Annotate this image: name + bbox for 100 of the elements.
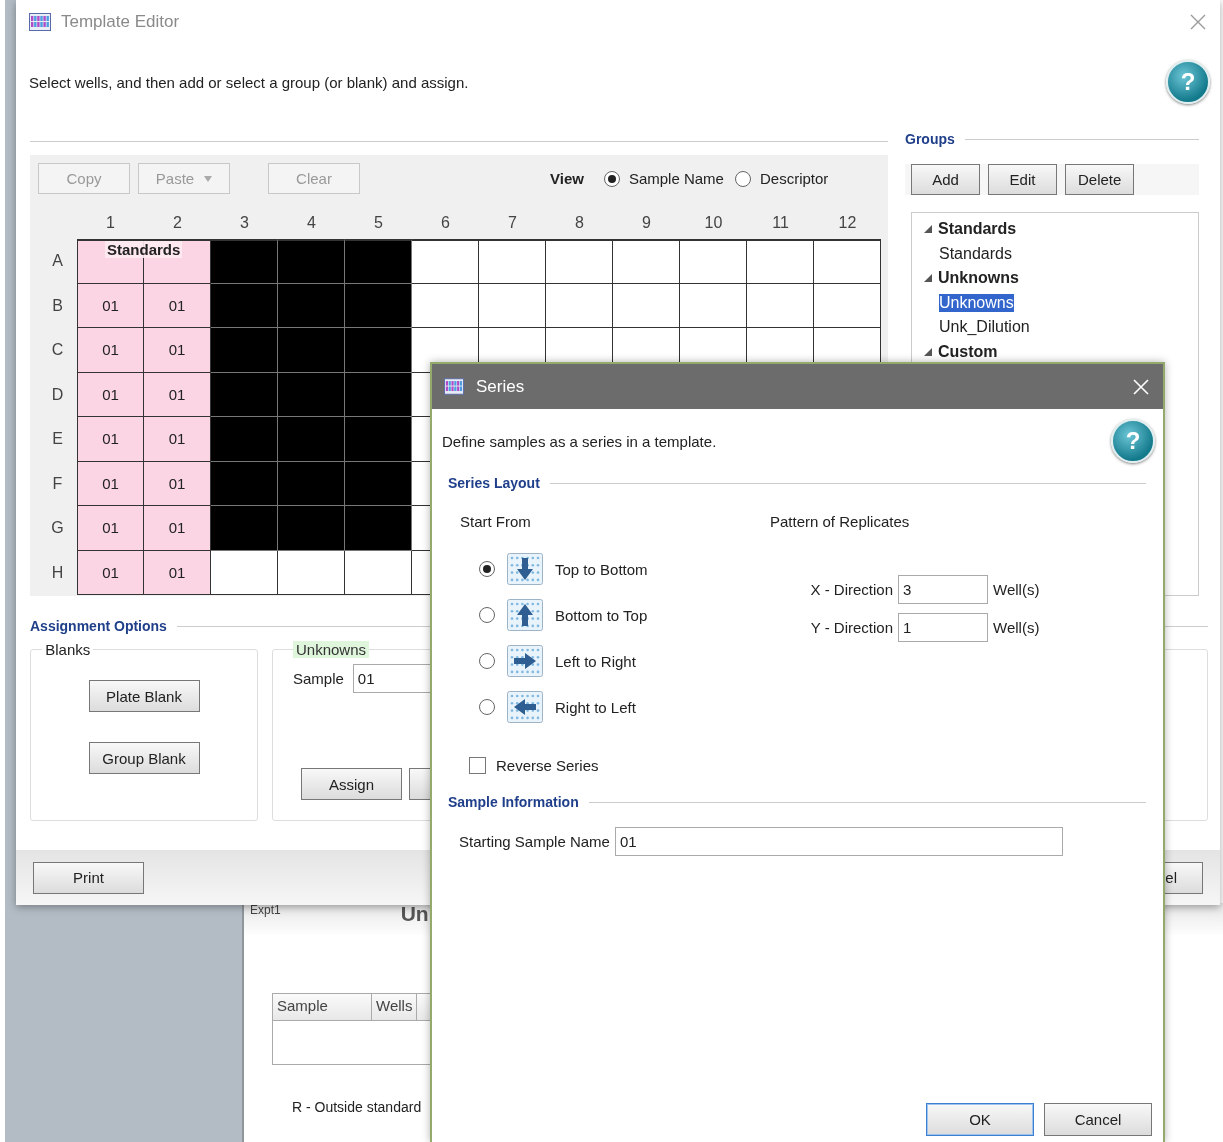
tree-item[interactable]: Unk_Dilution — [939, 318, 1030, 337]
column-number: 6 — [440, 213, 451, 232]
caret-icon — [204, 175, 213, 182]
column-number: 3 — [239, 213, 250, 232]
assign-button[interactable]: Assign — [301, 768, 402, 800]
expand-arrow-icon[interactable] — [924, 347, 932, 356]
field-label: Sample — [293, 670, 344, 687]
plate-well[interactable]: 01 — [77, 328, 144, 373]
print-button[interactable]: Print — [33, 861, 144, 894]
dialog-button[interactable]: OK — [926, 1103, 1034, 1136]
column-header: Sample — [273, 994, 372, 1020]
plate-well[interactable]: 01 — [77, 506, 144, 551]
radio-label: Right to Left — [555, 698, 636, 716]
radio-button[interactable] — [479, 699, 495, 715]
row-letter: E — [51, 429, 64, 450]
section-title: Series Layout — [448, 475, 540, 491]
direction-field[interactable]: 3 — [898, 574, 988, 604]
expand-arrow-icon[interactable] — [924, 225, 932, 234]
direction-field[interactable]: 1 — [898, 612, 988, 642]
panel-heading: Un — [400, 903, 429, 924]
unit-label: Well(s) — [993, 580, 1040, 598]
tree-item[interactable]: Standards — [939, 244, 1012, 263]
plate-well[interactable]: 01 — [144, 328, 211, 373]
plate-well[interactable] — [747, 283, 814, 328]
sample-name-field[interactable]: 01 — [614, 827, 1063, 856]
radio-button[interactable] — [479, 561, 495, 577]
unit-label: Well(s) — [993, 618, 1040, 636]
plate-well[interactable]: 01 — [144, 461, 211, 506]
window-title: Template Editor — [61, 12, 180, 32]
plate-well[interactable]: 01 — [77, 417, 144, 462]
tree-category[interactable]: Custom — [938, 342, 998, 361]
plate-well[interactable]: 01 — [77, 283, 144, 328]
plate-well[interactable] — [479, 283, 546, 328]
plate-well[interactable] — [814, 239, 881, 284]
row-letter: B — [51, 295, 64, 316]
legend-note: R - Outside standard — [292, 1099, 423, 1115]
plate-well[interactable]: 01 — [144, 506, 211, 551]
plate-well[interactable]: 01 — [77, 461, 144, 506]
plate-well[interactable]: 01 — [144, 417, 211, 462]
column-number: 4 — [306, 213, 317, 232]
radio-button[interactable] — [479, 607, 495, 623]
radio-button[interactable] — [603, 170, 620, 187]
row-letter: C — [50, 340, 65, 361]
plate-well[interactable]: 01 — [144, 550, 211, 595]
tree-item[interactable]: Unknowns — [939, 293, 1014, 312]
row-letter: F — [51, 473, 64, 494]
group-title: Unknowns — [293, 641, 370, 658]
row-letter: H — [50, 562, 65, 583]
column-number: 8 — [574, 213, 585, 232]
group-title: Blanks — [44, 641, 92, 658]
plate-well[interactable] — [412, 283, 479, 328]
radio-label: Bottom to Top — [555, 606, 648, 624]
column-number: 7 — [507, 213, 518, 232]
plate-well[interactable]: 01 — [77, 372, 144, 417]
column-number: 12 — [837, 213, 858, 232]
radio-button[interactable] — [479, 653, 495, 669]
plate-well[interactable] — [412, 239, 479, 284]
checkbox[interactable] — [469, 756, 486, 774]
plate-well[interactable] — [680, 283, 747, 328]
radio-label: Descriptor — [759, 170, 829, 187]
plate-well[interactable] — [546, 283, 613, 328]
plate-well[interactable] — [613, 239, 680, 284]
dialog-button[interactable]: Cancel — [1044, 1103, 1152, 1136]
plate-well[interactable] — [345, 550, 412, 595]
tree-category[interactable]: Unknowns — [938, 269, 1019, 288]
plate-well[interactable]: 01 — [144, 372, 211, 417]
blank-button[interactable]: Group Blank — [88, 742, 200, 774]
column-number: 5 — [373, 213, 384, 232]
plate-well[interactable] — [814, 283, 881, 328]
field-label: X - Direction — [809, 580, 893, 598]
column-number: 9 — [641, 213, 652, 232]
group-button[interactable]: Add — [911, 164, 980, 195]
plate-well[interactable] — [278, 550, 345, 595]
plate-well[interactable] — [546, 239, 613, 284]
group-label: Standards — [105, 241, 183, 258]
plate-well[interactable] — [680, 239, 747, 284]
field-label: Y - Direction — [809, 618, 893, 636]
plate-grid-icon — [444, 378, 464, 395]
group-button[interactable]: Delete — [1065, 164, 1135, 195]
experiment-tab[interactable]: Expt1 — [250, 903, 281, 917]
plate-well[interactable]: 01 — [144, 283, 211, 328]
plate-well[interactable]: 01 — [77, 550, 144, 595]
group-button[interactable]: Edit — [988, 164, 1057, 195]
dialog-description: Define samples as a series in a template. — [442, 432, 717, 450]
plate-well[interactable] — [613, 283, 680, 328]
close-icon[interactable] — [1190, 14, 1206, 30]
dialog-title: Series — [476, 376, 525, 397]
radio-label: Top to Bottom — [555, 560, 648, 578]
radio-button[interactable] — [734, 170, 751, 187]
column-header: Wells — [372, 994, 418, 1020]
tree-category[interactable]: Standards — [938, 220, 1017, 239]
radio-label: Sample Name — [628, 170, 724, 187]
plate-well[interactable] — [479, 239, 546, 284]
column-number: 11 — [771, 213, 790, 232]
plate-well[interactable] — [211, 550, 278, 595]
instruction-text: Select wells, and then add or select a group (or blank) and assign. — [29, 73, 469, 91]
blank-button[interactable]: Plate Blank — [88, 680, 200, 712]
expand-arrow-icon[interactable] — [924, 274, 932, 283]
plate-well[interactable] — [747, 239, 814, 284]
field-label: Starting Sample Name — [459, 833, 610, 850]
